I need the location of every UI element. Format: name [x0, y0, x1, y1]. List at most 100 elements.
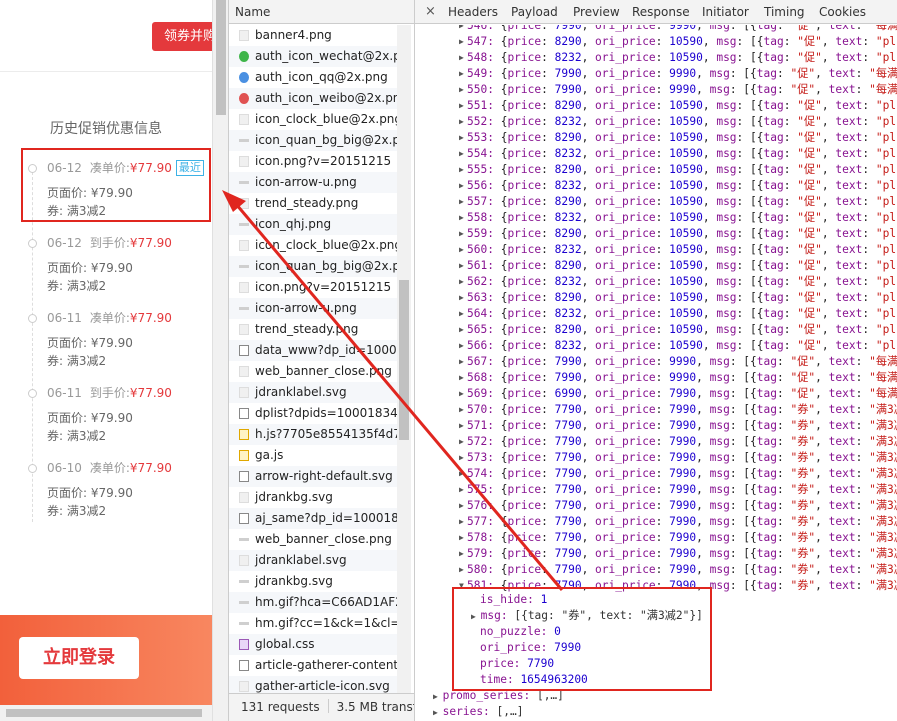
request-row[interactable]: global.css	[229, 634, 397, 655]
json-row[interactable]: ▶ 555: {price: 8290, ori_price: 10590, ms…	[415, 162, 897, 178]
expand-triangle-icon[interactable]: ▶	[459, 162, 464, 178]
expand-triangle-icon[interactable]: ▶	[459, 146, 464, 162]
horizontal-scrollbar[interactable]	[0, 705, 212, 721]
json-row[interactable]: ▶ 557: {price: 8290, ori_price: 10590, ms…	[415, 194, 897, 210]
json-row[interactable]: ▶ 567: {price: 7990, ori_price: 9990, msg…	[415, 354, 897, 370]
json-row[interactable]: ▶ 577: {price: 7790, ori_price: 7990, msg…	[415, 514, 897, 530]
request-row[interactable]: h.js?7705e8554135f4d7b4f	[229, 424, 397, 445]
json-row[interactable]: ▶ 580: {price: 7790, ori_price: 7990, msg…	[415, 562, 897, 578]
expand-triangle-icon[interactable]: ▶	[459, 290, 464, 306]
expand-triangle-icon[interactable]: ▶	[459, 562, 464, 578]
tab-payload[interactable]: Payload	[511, 0, 558, 23]
tab-response[interactable]: Response	[632, 0, 690, 23]
request-row[interactable]: auth_icon_wechat@2x.png	[229, 46, 397, 67]
json-row[interactable]: ▶ 574: {price: 7790, ori_price: 7990, msg…	[415, 466, 897, 482]
expand-triangle-icon[interactable]: ▶	[459, 226, 464, 242]
get-coupon-button[interactable]: 领券并购	[152, 22, 212, 51]
json-row[interactable]: ▶ 549: {price: 7990, ori_price: 9990, msg…	[415, 66, 897, 82]
expand-triangle-icon[interactable]: ▶	[459, 50, 464, 66]
expand-triangle-icon[interactable]: ▶	[459, 386, 464, 402]
request-row[interactable]: aj_same?dp_id=100018349	[229, 508, 397, 529]
json-row[interactable]: ▶ 570: {price: 7790, ori_price: 7990, msg…	[415, 402, 897, 418]
request-row[interactable]: icon-arrow-u.png	[229, 298, 397, 319]
expand-triangle-icon[interactable]: ▶	[459, 466, 464, 482]
name-column-header[interactable]: Name	[229, 0, 415, 24]
json-row[interactable]: ▶ 558: {price: 8232, ori_price: 10590, ms…	[415, 210, 897, 226]
expand-triangle-icon[interactable]: ▶	[459, 242, 464, 258]
scroll-thumb[interactable]	[6, 709, 202, 717]
json-row[interactable]: ▶ 579: {price: 7790, ori_price: 7990, msg…	[415, 546, 897, 562]
expand-triangle-icon[interactable]: ▶	[459, 34, 464, 50]
tab-initiator[interactable]: Initiator	[702, 0, 749, 23]
request-row[interactable]: icon.png?v=20151215	[229, 277, 397, 298]
expand-triangle-icon[interactable]: ▶	[459, 274, 464, 290]
scroll-thumb[interactable]	[399, 280, 409, 440]
request-row[interactable]: article-gatherer-content.css	[229, 655, 397, 676]
request-row[interactable]: icon_quan_bg_big@2x.png	[229, 256, 397, 277]
json-row[interactable]: ▶ 566: {price: 8232, ori_price: 10590, ms…	[415, 338, 897, 354]
expand-triangle-icon[interactable]: ▶	[459, 482, 464, 498]
request-row[interactable]: icon_clock_blue@2x.png	[229, 109, 397, 130]
expand-triangle-icon[interactable]: ▶	[459, 498, 464, 514]
expand-triangle-icon[interactable]: ▶	[459, 258, 464, 274]
request-row[interactable]: hm.gif?cc=1&ck=1&cl=24	[229, 613, 397, 634]
expand-triangle-icon[interactable]: ▶	[459, 402, 464, 418]
json-row[interactable]: ▶ 568: {price: 7990, ori_price: 9990, msg…	[415, 370, 897, 386]
json-row[interactable]: ▶ 547: {price: 8290, ori_price: 10590, ms…	[415, 34, 897, 50]
request-row[interactable]: jdrankbg.svg	[229, 571, 397, 592]
expand-triangle-icon[interactable]: ▶	[433, 692, 443, 701]
expand-triangle-icon[interactable]: ▶	[459, 450, 464, 466]
expand-triangle-icon[interactable]: ▶	[459, 82, 464, 98]
expand-triangle-icon[interactable]: ▶	[459, 370, 464, 386]
tab-cookies[interactable]: Cookies	[819, 0, 866, 23]
expand-triangle-icon[interactable]: ▶	[433, 708, 443, 717]
json-row[interactable]: ▶ 551: {price: 8290, ori_price: 10590, ms…	[415, 98, 897, 114]
expand-triangle-icon[interactable]: ▶	[459, 130, 464, 146]
request-row[interactable]: web_banner_close.png	[229, 529, 397, 550]
request-row[interactable]: icon_clock_blue@2x.png	[229, 235, 397, 256]
request-row[interactable]: ga.js	[229, 445, 397, 466]
request-row[interactable]: auth_icon_qq@2x.png	[229, 67, 397, 88]
expand-triangle-icon[interactable]: ▶	[459, 322, 464, 338]
json-row[interactable]: ▶ 546: {price: 7990, ori_price: 9990, msg…	[415, 25, 897, 34]
expand-triangle-icon[interactable]: ▶	[459, 338, 464, 354]
expand-triangle-icon[interactable]: ▶	[459, 66, 464, 82]
json-row[interactable]: ▶ 564: {price: 8232, ori_price: 10590, ms…	[415, 306, 897, 322]
expand-triangle-icon[interactable]: ▶	[459, 194, 464, 210]
expand-triangle-icon[interactable]: ▶	[459, 178, 464, 194]
json-row[interactable]: ▶ 571: {price: 7790, ori_price: 7990, msg…	[415, 418, 897, 434]
json-row[interactable]: ▶ 573: {price: 7790, ori_price: 7990, msg…	[415, 450, 897, 466]
expand-triangle-icon[interactable]: ▶	[459, 210, 464, 226]
expand-triangle-icon[interactable]: ▶	[459, 354, 464, 370]
request-row[interactable]: jdranklabel.svg	[229, 550, 397, 571]
json-row[interactable]: ▶ 576: {price: 7790, ori_price: 7990, msg…	[415, 498, 897, 514]
json-row[interactable]: ▶ 569: {price: 6990, ori_price: 7990, msg…	[415, 386, 897, 402]
json-row[interactable]: ▶ 578: {price: 7790, ori_price: 7990, msg…	[415, 530, 897, 546]
json-row[interactable]: ▶ 572: {price: 7790, ori_price: 7990, msg…	[415, 434, 897, 450]
request-row[interactable]: gather-article-icon.svg	[229, 676, 397, 693]
request-row[interactable]: arrow-right-default.svg	[229, 466, 397, 487]
request-row[interactable]: trend_steady.png	[229, 319, 397, 340]
expand-triangle-icon[interactable]: ▶	[459, 434, 464, 450]
request-row[interactable]: web_banner_close.png	[229, 361, 397, 382]
json-row[interactable]: ▶ 553: {price: 8290, ori_price: 10590, ms…	[415, 130, 897, 146]
expand-triangle-icon[interactable]: ▶	[459, 546, 464, 562]
expand-triangle-icon[interactable]: ▶	[459, 98, 464, 114]
request-row[interactable]: trend_steady.png	[229, 193, 397, 214]
request-row[interactable]: data_www?dp_id=10001834968	[229, 340, 397, 361]
expand-triangle-icon[interactable]: ▶	[459, 418, 464, 434]
json-row[interactable]: ▶ 559: {price: 8290, ori_price: 10590, ms…	[415, 226, 897, 242]
json-row[interactable]: ▶ 554: {price: 8232, ori_price: 10590, ms…	[415, 146, 897, 162]
json-row[interactable]: ▶ 560: {price: 8232, ori_price: 10590, ms…	[415, 242, 897, 258]
request-row[interactable]: icon_qhj.png	[229, 214, 397, 235]
request-row[interactable]: jdranklabel.svg	[229, 382, 397, 403]
login-button[interactable]: 立即登录	[19, 637, 139, 679]
json-row[interactable]: ▶ 563: {price: 8290, ori_price: 10590, ms…	[415, 290, 897, 306]
json-row[interactable]: ▶ 565: {price: 8290, ori_price: 10590, ms…	[415, 322, 897, 338]
json-row[interactable]: ▶ 552: {price: 8232, ori_price: 10590, ms…	[415, 114, 897, 130]
close-icon[interactable]: ×	[425, 0, 436, 23]
page-scrollbar[interactable]	[212, 0, 228, 721]
expand-triangle-icon[interactable]: ▶	[459, 25, 464, 34]
tab-headers[interactable]: Headers	[448, 0, 498, 23]
expand-triangle-icon[interactable]: ▶	[459, 114, 464, 130]
